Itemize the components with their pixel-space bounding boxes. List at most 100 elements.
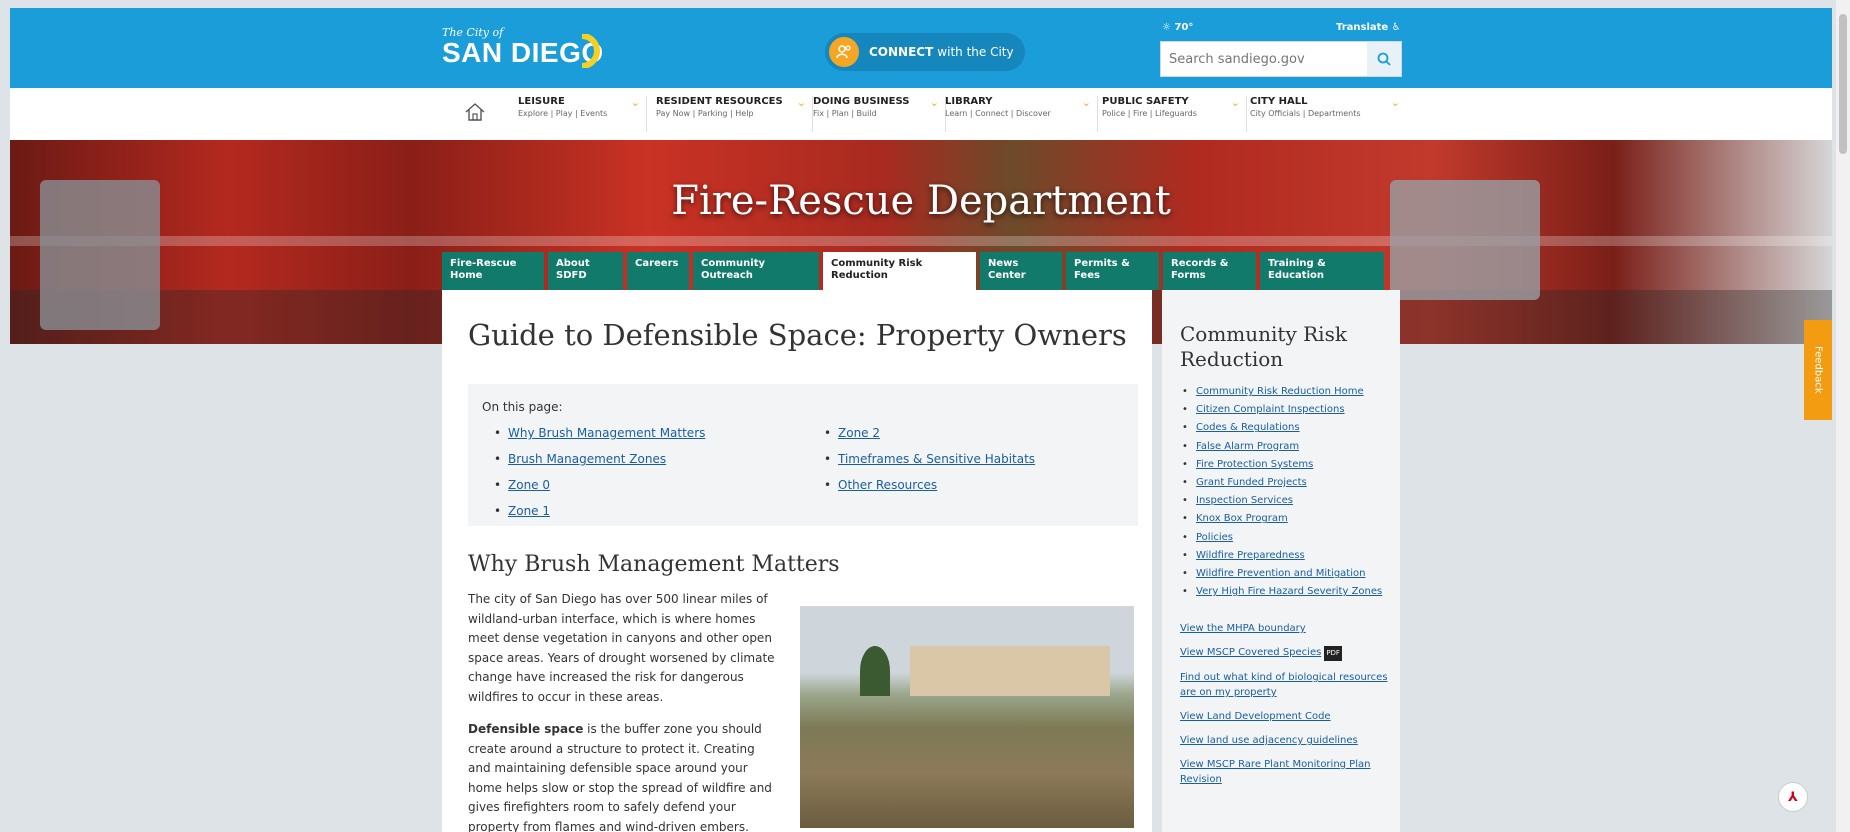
- nav-doing-business[interactable]: DOING BUSINESS Fix | Plan | Build ⌄: [813, 96, 946, 132]
- nav-business-sub: Fix | Plan | Build: [813, 109, 877, 118]
- tab-label-line1: Training &: [1268, 258, 1326, 269]
- home-icon: [465, 103, 485, 121]
- sidebar-item[interactable]: Inspection Services: [1180, 495, 1382, 513]
- home-link[interactable]: [464, 102, 486, 126]
- tab-label-line1: Records &: [1171, 258, 1229, 269]
- tab-about-sdfd[interactable]: About SDFD: [548, 252, 623, 290]
- chevron-down-icon: ⌄: [1230, 96, 1240, 109]
- scrollbar-thumb[interactable]: [1839, 14, 1847, 154]
- tab-label-line1: Careers: [635, 258, 679, 269]
- toc-list-col2: Zone 2 Timeframes & Sensitive Habitats O…: [820, 426, 1035, 504]
- main-navigation: LEISURE Explore | Play | Events ⌄ RESIDE…: [10, 88, 1832, 140]
- sidebar-item[interactable]: Wildfire Prevention and Mitigation: [1180, 568, 1382, 586]
- nav-cityhall-title: CITY HALL: [1250, 96, 1308, 107]
- nav-safety-title: PUBLIC SAFETY: [1102, 96, 1189, 107]
- nav-cityhall-sub: City Officials | Departments: [1250, 109, 1361, 118]
- toc-link[interactable]: Zone 0: [490, 478, 705, 504]
- sidebar-link[interactable]: View the MHPA boundary: [1180, 621, 1390, 636]
- intro-paragraph: The city of San Diego has over 500 linea…: [468, 592, 775, 704]
- defensible-space-paragraph: Defensible space is the buffer zone you …: [468, 720, 780, 832]
- tab-label-line2: Center: [988, 270, 1026, 281]
- site-search: [1160, 41, 1402, 77]
- nav-resident-resources[interactable]: RESIDENT RESOURCES Pay Now | Parking | H…: [656, 96, 813, 132]
- nav-resident-title: RESIDENT RESOURCES: [656, 96, 783, 107]
- sun-icon: ☼: [1162, 22, 1171, 33]
- translate-link[interactable]: Translate ♿: [1336, 22, 1401, 33]
- pdf-icon: PDF: [1324, 646, 1342, 661]
- weather-widget: ☼ 70°: [1162, 22, 1193, 33]
- nav-library-title: LIBRARY: [945, 96, 993, 107]
- chevron-down-icon: ⌄: [929, 96, 939, 109]
- sidebar-item[interactable]: Community Risk Reduction Home: [1180, 386, 1382, 404]
- toc-link[interactable]: Zone 2: [820, 426, 1035, 452]
- sidebar-item[interactable]: Policies: [1180, 532, 1382, 550]
- tab-label-line2: SDFD: [556, 270, 587, 281]
- sidebar-item[interactable]: Knox Box Program: [1180, 513, 1382, 531]
- sidebar-item[interactable]: Codes & Regulations: [1180, 422, 1382, 440]
- feedback-tab[interactable]: Feedback: [1804, 320, 1832, 420]
- tab-fire-rescue-home[interactable]: Fire-Rescue Home: [442, 252, 544, 290]
- nav-public-safety[interactable]: PUBLIC SAFETY Police | Fire | Lifeguards…: [1102, 96, 1247, 132]
- main-content: Guide to Defensible Space: Property Owne…: [442, 290, 1152, 832]
- sidebar-link[interactable]: View Land Development Code: [1180, 709, 1390, 724]
- tab-training-education[interactable]: Training & Education: [1260, 252, 1384, 290]
- on-this-page-box: On this page: Why Brush Management Matte…: [468, 384, 1138, 526]
- nav-city-hall[interactable]: CITY HALL City Officials | Departments ⌄: [1250, 96, 1406, 132]
- weather-temp: 70°: [1174, 22, 1194, 33]
- nav-library[interactable]: LIBRARY Learn | Connect | Discover ⌄: [945, 96, 1098, 132]
- tab-records-forms[interactable]: Records & Forms: [1163, 252, 1256, 290]
- connect-with-city-button[interactable]: CONNECT with the City: [825, 33, 1025, 71]
- tab-news-center[interactable]: News Center: [980, 252, 1062, 290]
- acrobat-pdf-icon[interactable]: ⅄: [1778, 782, 1808, 812]
- sidebar-title: Community Risk Reduction: [1180, 322, 1347, 371]
- tab-community-risk-reduction[interactable]: Community Risk Reduction: [823, 252, 976, 292]
- defensible-space-text: is the buffer zone you should create aro…: [468, 722, 772, 832]
- toc-link[interactable]: Brush Management Zones: [490, 452, 705, 478]
- tab-label-line1: Permits &: [1074, 258, 1130, 269]
- toc-link[interactable]: Why Brush Management Matters: [490, 426, 705, 452]
- sidebar-item[interactable]: Fire Protection Systems: [1180, 459, 1382, 477]
- nav-leisure[interactable]: LEISURE Explore | Play | Events ⌄: [518, 96, 647, 132]
- sidebar-link[interactable]: Find out what kind of biological resourc…: [1180, 670, 1390, 700]
- toc-label: On this page:: [482, 400, 563, 414]
- tab-label-line2: Reduction: [831, 270, 888, 281]
- sidebar-link[interactable]: View land use adjacency guidelines: [1180, 733, 1390, 748]
- chevron-down-icon: ⌄: [1081, 96, 1091, 109]
- sidebar-item[interactable]: Citizen Complaint Inspections: [1180, 404, 1382, 422]
- sidebar-link-label: View MSCP Covered Species: [1180, 647, 1322, 658]
- search-button[interactable]: [1367, 42, 1401, 76]
- tab-permits-fees[interactable]: Permits & Fees: [1066, 252, 1159, 290]
- page-scrollbar[interactable]: [1836, 0, 1850, 832]
- sidebar-item[interactable]: Wildfire Preparedness: [1180, 550, 1382, 568]
- sidebar-item[interactable]: Grant Funded Projects: [1180, 477, 1382, 495]
- sidebar-link[interactable]: View MSCP Rare Plant Monitoring Plan Rev…: [1180, 757, 1390, 787]
- people-icon: [829, 37, 859, 67]
- chevron-down-icon: ⌄: [796, 96, 806, 109]
- logo-sun-icon: [581, 34, 600, 68]
- toc-link[interactable]: Other Resources: [820, 478, 1035, 504]
- sidebar-item[interactable]: False Alarm Program: [1180, 441, 1382, 459]
- page-frame: The City of SAN DIEGO CONNECT with the C…: [10, 8, 1832, 832]
- sidebar-link-mscp[interactable]: View MSCP Covered Species PDF: [1180, 645, 1390, 661]
- toc-link[interactable]: Timeframes & Sensitive Habitats: [820, 452, 1035, 478]
- houses-shape: [910, 646, 1110, 696]
- tab-careers[interactable]: Careers: [627, 252, 689, 290]
- tab-label-line1: Community Risk: [831, 258, 923, 269]
- search-input[interactable]: [1161, 42, 1367, 76]
- tab-label-line2: Fees: [1074, 270, 1100, 281]
- tab-community-outreach[interactable]: Community Outreach: [693, 252, 819, 290]
- sidebar-nav-list: Community Risk Reduction Home Citizen Co…: [1180, 386, 1382, 604]
- site-header: The City of SAN DIEGO CONNECT with the C…: [10, 8, 1832, 88]
- hero-stripe: [10, 236, 1832, 246]
- toc-link[interactable]: Zone 1: [490, 504, 705, 530]
- sidebar-item[interactable]: Very High Fire Hazard Severity Zones: [1180, 586, 1382, 604]
- nav-safety-sub: Police | Fire | Lifeguards: [1102, 109, 1197, 118]
- hero-title: Fire-Rescue Department: [671, 178, 1171, 224]
- tab-label-line1: Fire-Rescue: [450, 258, 517, 269]
- section-title: Why Brush Management Matters: [468, 552, 840, 577]
- connect-label: with the City: [937, 45, 1014, 59]
- sidebar-resource-links: View the MHPA boundary View MSCP Covered…: [1180, 621, 1390, 796]
- page-title: Guide to Defensible Space: Property Owne…: [468, 318, 1127, 352]
- nav-leisure-sub: Explore | Play | Events: [518, 109, 608, 118]
- defensible-space-term: Defensible space: [468, 722, 584, 736]
